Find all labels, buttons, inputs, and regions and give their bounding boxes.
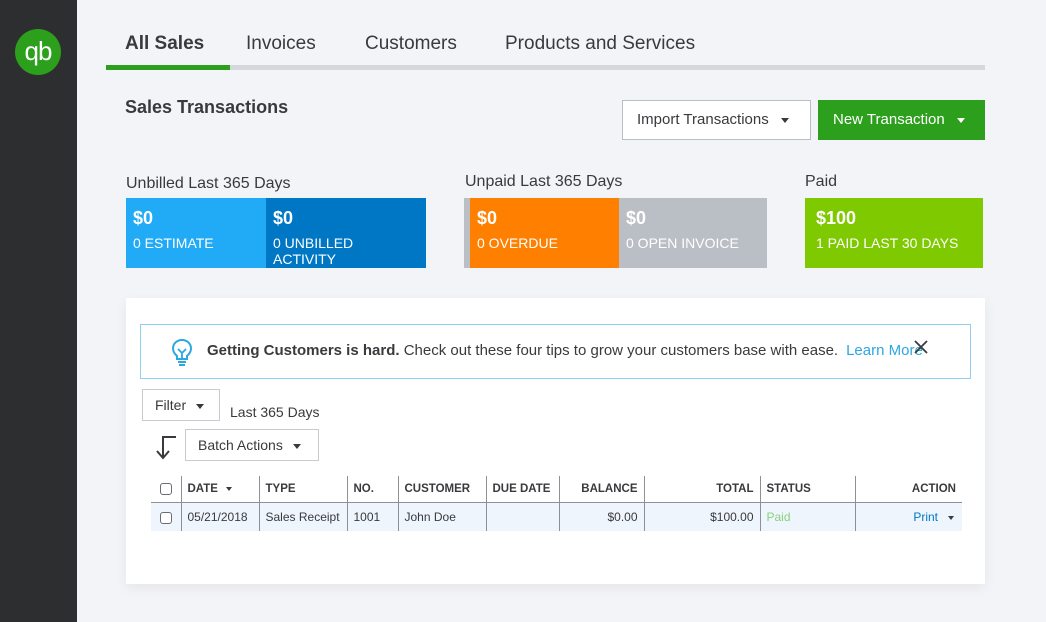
print-link[interactable]: Print (913, 510, 938, 524)
overdue-tile[interactable]: $0 0 OVERDUE (470, 198, 619, 268)
cell-total: $100.00 (643, 502, 760, 531)
batch-actions-button[interactable]: Batch Actions (185, 429, 319, 461)
import-transactions-label: Import Transactions (637, 111, 769, 128)
tip-banner: Getting Customers is hard. Check out the… (140, 324, 971, 379)
new-transaction-button[interactable]: New Transaction (818, 100, 985, 140)
transactions-table: DATE TYPE NO. CUSTOMER DUE DATE BALANCE … (151, 476, 962, 531)
transactions-panel: Getting Customers is hard. Check out the… (126, 298, 985, 584)
caret-down-icon (292, 443, 301, 449)
batch-actions-label: Batch Actions (198, 437, 283, 453)
left-sidebar: qb (0, 0, 77, 622)
unpaid-label: Unpaid Last 365 Days (465, 173, 623, 190)
tile-subtitle: 1 PAID LAST 30 DAYS (816, 235, 959, 251)
column-header-status[interactable]: STATUS (759, 476, 855, 503)
quickbooks-logo[interactable]: qb (15, 29, 61, 75)
caret-down-icon (780, 117, 789, 123)
cell-no: 1001 (346, 502, 398, 531)
cell-balance: $0.00 (558, 502, 644, 531)
column-header-date[interactable]: DATE (180, 476, 259, 503)
paid-label: Paid (805, 173, 838, 190)
cell-due-date (485, 502, 559, 531)
tile-amount: $0 (133, 208, 154, 228)
batch-arrow-icon (154, 435, 178, 466)
lightbulb-icon (171, 338, 193, 373)
tile-subtitle: 0 UNBILLED ACTIVITY (273, 235, 354, 267)
column-header-customer[interactable]: CUSTOMER (397, 476, 486, 503)
column-header-type[interactable]: TYPE (258, 476, 347, 503)
row-select-cell (151, 502, 181, 531)
cell-action: Print (854, 502, 962, 531)
sort-caret-icon (225, 486, 232, 491)
tile-subtitle: 0 ESTIMATE (133, 235, 214, 251)
active-tab-indicator (106, 65, 230, 70)
tile-subtitle: 0 OVERDUE (477, 235, 558, 251)
open-invoice-tile[interactable]: $0 0 OPEN INVOICE (619, 198, 767, 268)
cell-status: Paid (759, 502, 855, 531)
tab-invoices[interactable]: Invoices (246, 33, 316, 55)
estimate-tile[interactable]: $0 0 ESTIMATE (126, 198, 266, 268)
import-transactions-button[interactable]: Import Transactions (622, 100, 811, 140)
tip-message: Getting Customers is hard. Check out the… (207, 342, 923, 359)
paid-tile[interactable]: $100 1 PAID LAST 30 DAYS (805, 198, 983, 268)
column-header-due-date[interactable]: DUE DATE (485, 476, 559, 503)
cell-date: 05/21/2018 (180, 502, 259, 531)
table-row[interactable]: 05/21/2018 Sales Receipt 1001 John Doe $… (151, 502, 962, 531)
row-checkbox[interactable] (159, 511, 172, 524)
tip-text: Check out these four tips to grow your c… (399, 342, 839, 359)
tab-track (106, 65, 985, 70)
tab-customers[interactable]: Customers (365, 33, 457, 55)
unbilled-activity-tile[interactable]: $0 0 UNBILLED ACTIVITY (266, 198, 426, 268)
tab-products-and-services[interactable]: Products and Services (505, 33, 695, 55)
caret-down-icon (196, 403, 205, 409)
cell-customer: John Doe (397, 502, 486, 531)
page-title: Sales Transactions (125, 97, 289, 117)
column-header-balance[interactable]: BALANCE (558, 476, 644, 503)
tip-headline: Getting Customers is hard. (207, 342, 400, 359)
tile-amount: $0 (273, 208, 294, 228)
column-header-action: ACTION (854, 476, 962, 503)
sales-tabs: All Sales Invoices Customers Products an… (106, 30, 985, 70)
close-icon[interactable] (913, 339, 929, 360)
column-header-total[interactable]: TOTAL (643, 476, 760, 503)
select-all-checkbox[interactable] (159, 482, 172, 495)
unbilled-label: Unbilled Last 365 Days (126, 175, 291, 192)
learn-more-link[interactable]: Learn More (846, 342, 923, 359)
tile-amount: $0 (477, 208, 498, 228)
filter-label: Filter (155, 397, 187, 413)
caret-down-icon (956, 117, 965, 123)
column-header-no[interactable]: NO. (346, 476, 398, 503)
tab-all-sales[interactable]: All Sales (125, 33, 204, 55)
tile-subtitle: 0 OPEN INVOICE (626, 235, 739, 251)
tile-amount: $100 (816, 208, 857, 228)
new-transaction-label: New Transaction (833, 111, 945, 128)
tile-amount: $0 (626, 208, 647, 228)
select-all-header (151, 476, 181, 503)
table-header-row: DATE TYPE NO. CUSTOMER DUE DATE BALANCE … (151, 476, 962, 503)
cell-type: Sales Receipt (258, 502, 347, 531)
action-dropdown-caret-icon[interactable] (948, 515, 954, 520)
filter-button[interactable]: Filter (142, 389, 220, 421)
date-range-label: Last 365 Days (230, 404, 320, 420)
